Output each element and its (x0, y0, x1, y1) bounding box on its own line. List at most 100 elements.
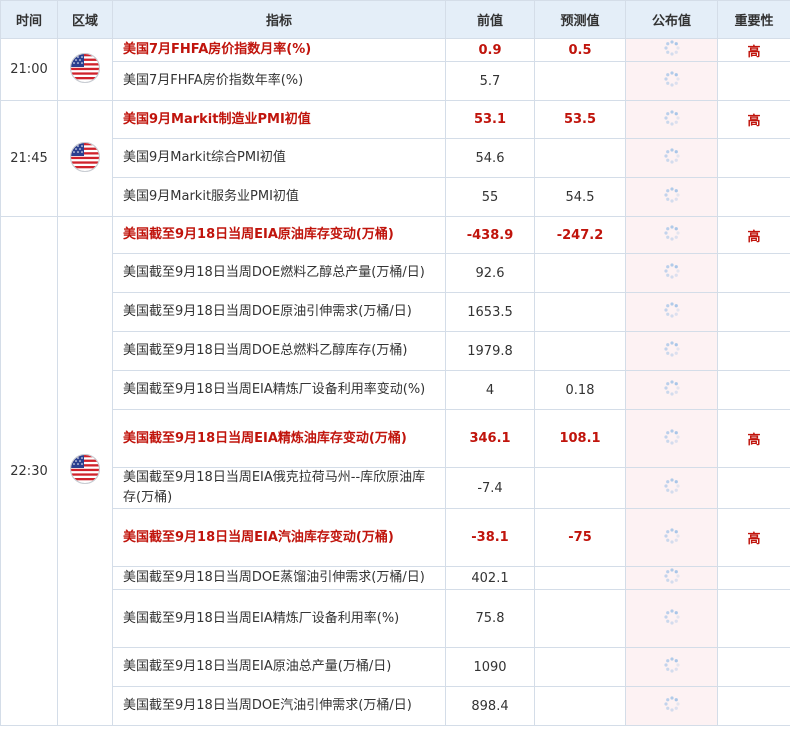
table-row: 美国截至9月18日当周EIA精炼厂设备利用率(%) 75.8 (1, 589, 790, 648)
us-flag-icon (70, 141, 100, 176)
actual-value-cell (625, 647, 718, 687)
table-row: 美国截至9月18日当周DOE汽油引伸需求(万桶/日) 898.4 (1, 686, 790, 726)
loading-spinner-icon (663, 301, 681, 323)
indicator-cell: 美国截至9月18日当周EIA精炼厂设备利用率(%) (112, 589, 446, 648)
importance-cell (717, 331, 790, 371)
economic-calendar-table: 时间 区域 指标 前值 预测值 公布值 重要性 21:00 美国7月FHFA房价指… (0, 0, 790, 726)
loading-spinner-icon (663, 70, 681, 92)
table-row: 美国9月Markit服务业PMI初值 55 54.5 (1, 177, 790, 217)
forecast-value-cell: 108.1 (534, 409, 626, 468)
table-row: 22:30 美国截至9月18日当周EIA原油库存变动(万桶) -438.9 -247.… (0, 216, 790, 726)
table-header-row: 时间 区域 指标 前值 预测值 公布值 重要性 (0, 0, 790, 39)
previous-value-cell: 402.1 (445, 566, 535, 590)
actual-value-cell (625, 177, 718, 217)
header-actual: 公布值 (625, 0, 718, 39)
header-forecast: 预测值 (534, 0, 626, 39)
loading-spinner-icon (663, 186, 681, 208)
loading-spinner-icon (663, 379, 681, 401)
loading-spinner-icon (663, 262, 681, 284)
forecast-value-cell: -247.2 (534, 216, 626, 254)
loading-spinner-icon (663, 147, 681, 169)
indicator-cell: 美国7月FHFA房价指数年率(%) (112, 61, 446, 101)
us-flag-icon (70, 454, 100, 488)
importance-cell (717, 566, 790, 590)
actual-value-cell (625, 292, 718, 332)
actual-value-cell (625, 566, 718, 590)
importance-cell (717, 467, 790, 509)
forecast-value-cell (534, 647, 626, 687)
previous-value-cell: -438.9 (445, 216, 535, 254)
time-cell: 21:00 (0, 38, 58, 101)
actual-value-cell (625, 370, 718, 410)
importance-cell: 高 (717, 216, 790, 254)
previous-value-cell: 898.4 (445, 686, 535, 726)
previous-value-cell: 1979.8 (445, 331, 535, 371)
indicator-cell: 美国截至9月18日当周DOE原油引伸需求(万桶/日) (112, 292, 446, 332)
loading-spinner-icon (663, 428, 681, 450)
time-cell: 22:30 (0, 216, 58, 726)
indicator-cell: 美国9月Markit制造业PMI初值 (112, 100, 446, 139)
actual-value-cell (625, 589, 718, 648)
forecast-value-cell (534, 61, 626, 101)
importance-cell (717, 253, 790, 293)
importance-cell (717, 647, 790, 687)
loading-spinner-icon (663, 608, 681, 630)
forecast-value-cell (534, 292, 626, 332)
table-row: 美国7月FHFA房价指数年率(%) 5.7 (1, 61, 790, 101)
loading-spinner-icon (663, 109, 681, 131)
indicator-cell: 美国截至9月18日当周EIA原油总产量(万桶/日) (112, 647, 446, 687)
indicator-cell: 美国9月Markit服务业PMI初值 (112, 177, 446, 217)
forecast-value-cell (534, 686, 626, 726)
indicator-cell: 美国截至9月18日当周DOE蒸馏油引伸需求(万桶/日) (112, 566, 446, 590)
previous-value-cell: -7.4 (445, 467, 535, 509)
table-row: 21:00 美国7月FHFA房价指数月率(%) 0.9 0.5 高 (0, 38, 790, 101)
loading-spinner-icon (663, 527, 681, 549)
loading-spinner-icon (663, 567, 681, 589)
us-flag-icon (70, 52, 100, 87)
region-cell (57, 38, 113, 101)
header-indicator: 指标 (112, 0, 446, 39)
header-region: 区域 (57, 0, 113, 39)
forecast-value-cell: 0.5 (534, 38, 626, 62)
actual-value-cell (625, 38, 718, 62)
indicator-cell: 美国截至9月18日当周DOE汽油引伸需求(万桶/日) (112, 686, 446, 726)
forecast-value-cell: 53.5 (534, 100, 626, 139)
indicator-cell: 美国截至9月18日当周DOE燃料乙醇总产量(万桶/日) (112, 253, 446, 293)
importance-cell: 高 (717, 409, 790, 468)
previous-value-cell: 0.9 (445, 38, 535, 62)
indicator-cell: 美国截至9月18日当周EIA精炼厂设备利用率变动(%) (112, 370, 446, 410)
loading-spinner-icon (663, 656, 681, 678)
importance-cell (717, 61, 790, 101)
loading-spinner-icon (663, 477, 681, 499)
previous-value-cell: 346.1 (445, 409, 535, 468)
table-row: 美国截至9月18日当周EIA汽油库存变动(万桶) -38.1 -75 高 (1, 508, 790, 567)
previous-value-cell: 1090 (445, 647, 535, 687)
forecast-value-cell (534, 467, 626, 509)
importance-cell (717, 292, 790, 332)
indicator-cell: 美国9月Markit综合PMI初值 (112, 138, 446, 178)
importance-cell (717, 686, 790, 726)
table-row: 21:45 美国9月Markit制造业PMI初值 53.1 53.5 高 (0, 100, 790, 217)
loading-spinner-icon (663, 340, 681, 362)
table-row: 美国截至9月18日当周DOE蒸馏油引伸需求(万桶/日) 402.1 (1, 566, 790, 590)
indicator-cell: 美国截至9月18日当周EIA汽油库存变动(万桶) (112, 508, 446, 567)
actual-value-cell (625, 508, 718, 567)
forecast-value-cell (534, 138, 626, 178)
table-row: 美国9月Markit综合PMI初值 54.6 (1, 138, 790, 178)
importance-cell (717, 370, 790, 410)
forecast-value-cell (534, 331, 626, 371)
previous-value-cell: 55 (445, 177, 535, 217)
table-row: 美国截至9月18日当周DOE原油引伸需求(万桶/日) 1653.5 (1, 292, 790, 332)
importance-cell: 高 (717, 508, 790, 567)
actual-value-cell (625, 61, 718, 101)
actual-value-cell (625, 331, 718, 371)
forecast-value-cell (534, 253, 626, 293)
previous-value-cell: 1653.5 (445, 292, 535, 332)
importance-cell: 高 (717, 100, 790, 139)
forecast-value-cell: 54.5 (534, 177, 626, 217)
actual-value-cell (625, 138, 718, 178)
table-row: 美国截至9月18日当周DOE总燃料乙醇库存(万桶) 1979.8 (1, 331, 790, 371)
indicator-cell: 美国7月FHFA房价指数月率(%) (112, 38, 446, 62)
loading-spinner-icon (663, 39, 681, 61)
region-cell (57, 100, 113, 217)
